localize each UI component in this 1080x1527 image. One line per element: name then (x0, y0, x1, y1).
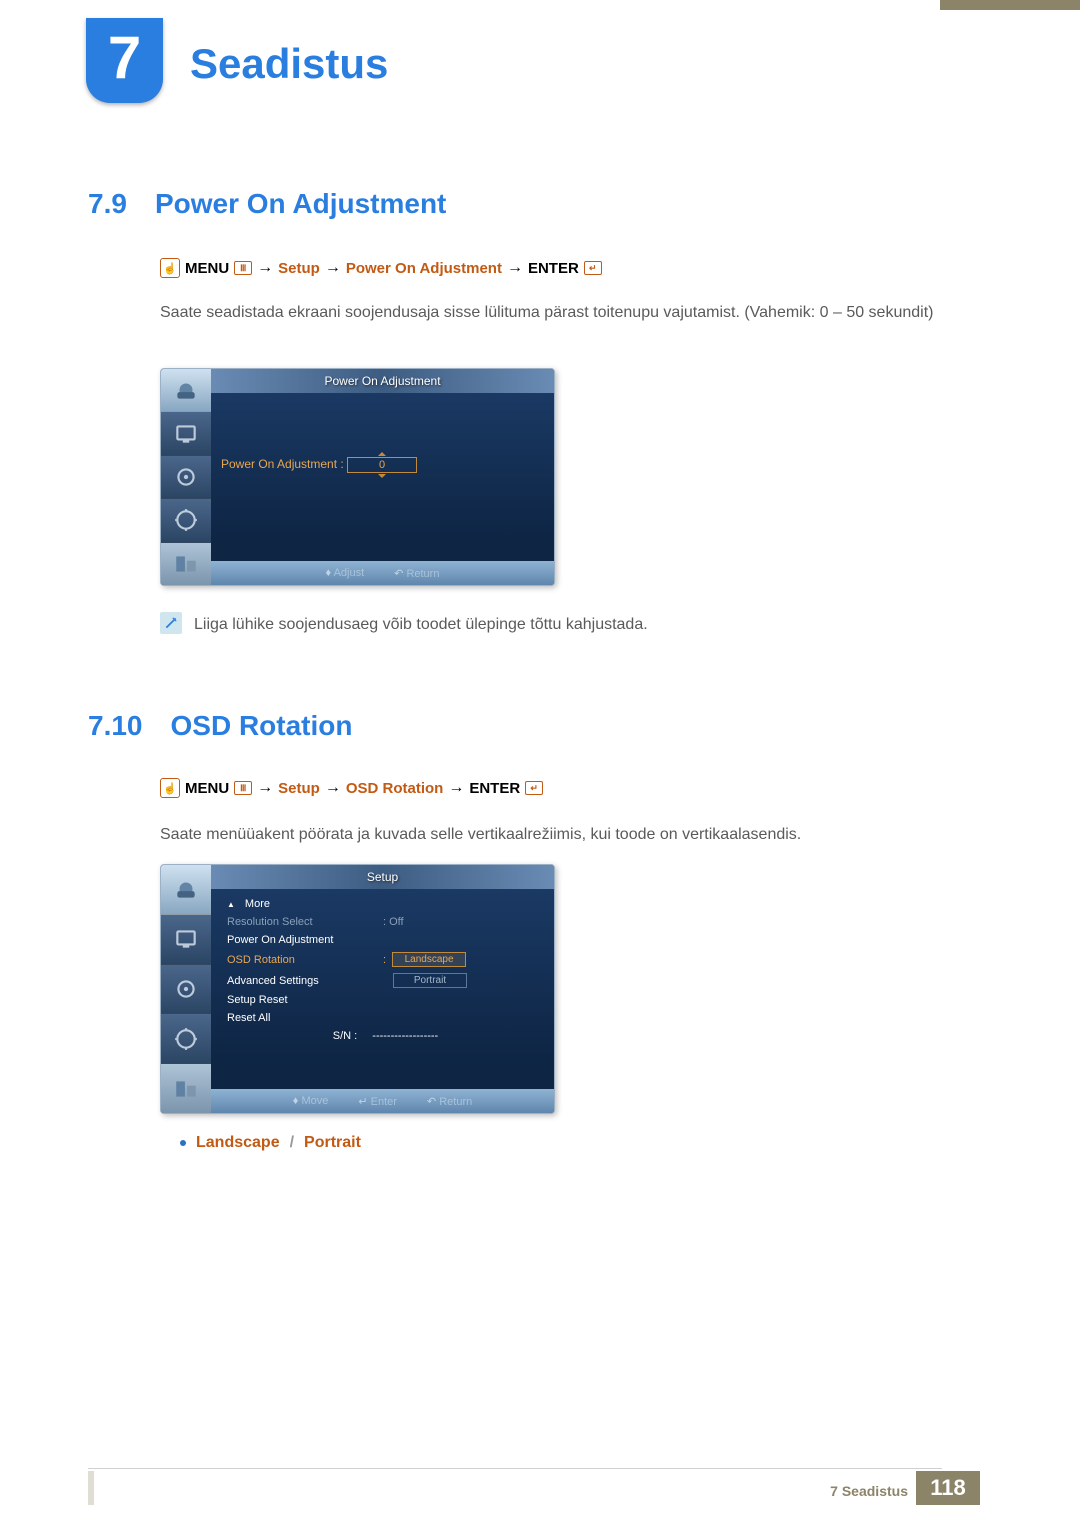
footer-chapter-label: 7 Seadistus (830, 1483, 908, 1499)
header-accent (940, 0, 1080, 10)
menu-icon: Ⅲ (234, 781, 252, 795)
nav-menu: MENU (185, 260, 229, 277)
menu-row-advanced: Advanced Settings Portrait (227, 970, 544, 991)
sidebar-item (161, 499, 211, 542)
nav-menu: MENU (185, 780, 229, 797)
body-text-79: Saate seadistada ekraani soojendusaja si… (160, 300, 980, 326)
menu-row-setupreset: Setup Reset (227, 991, 544, 1009)
note-icon (160, 612, 182, 634)
sidebar-item (161, 1014, 211, 1064)
enter-icon: ↵ (584, 261, 602, 275)
note-text: Liiga lühike soojendusaeg võib toodet ül… (194, 612, 648, 638)
nav-enter: ENTER (469, 780, 520, 797)
section-number: 7.9 (88, 188, 127, 220)
footer-left-stripe (88, 1471, 94, 1505)
enter-icon: ↵ (525, 781, 543, 795)
menu-icon: Ⅲ (234, 261, 252, 275)
nav-setup: Setup (278, 780, 320, 797)
menu-row-resolution: Resolution Select : Off (227, 913, 544, 931)
bullet-dot-icon (180, 1140, 186, 1146)
section-heading-710: 7.10 OSD Rotation (88, 710, 353, 742)
section-number: 7.10 (88, 710, 143, 742)
sidebar-item (161, 865, 211, 915)
footer-rule (88, 1468, 930, 1469)
arrow-icon: → (257, 259, 273, 277)
remote-icon: ☝ (160, 778, 180, 798)
arrow-icon: → (507, 259, 523, 277)
osd-footer: ♦ Move ↵ Enter ↶ Return (211, 1089, 554, 1113)
sidebar-item (161, 915, 211, 965)
nav-item: OSD Rotation (346, 780, 444, 797)
option-landscape-text: Landscape (196, 1134, 280, 1152)
arrow-icon: → (448, 779, 464, 797)
menu-more: More (227, 895, 544, 913)
chapter-title: Seadistus (190, 40, 388, 88)
sidebar-item (161, 412, 211, 455)
option-landscape: Landscape (392, 952, 466, 967)
sidebar-item (161, 543, 211, 585)
note-row: Liiga lühike soojendusaeg võib toodet ül… (160, 612, 980, 638)
option-portrait-text: Portrait (304, 1134, 361, 1152)
sidebar-item (161, 1064, 211, 1113)
menu-row-poa: Power On Adjustment (227, 931, 544, 949)
nav-path-79: ☝ MENU Ⅲ → Setup → Power On Adjustment →… (160, 258, 980, 278)
osd-title: Power On Adjustment (211, 369, 554, 393)
osd-row-label: Power On Adjustment : (221, 457, 344, 471)
sidebar-item (161, 456, 211, 499)
remote-icon: ☝ (160, 258, 180, 278)
nav-setup: Setup (278, 260, 320, 277)
nav-enter: ENTER (528, 260, 579, 277)
section-title: OSD Rotation (171, 710, 353, 742)
osd-screenshot-setup: Setup More Resolution Select : Off Power… (160, 864, 555, 1114)
nav-item: Power On Adjustment (346, 260, 502, 277)
footer-enter: ↵ Enter (358, 1095, 397, 1108)
page: 7 Seadistus 7.9 Power On Adjustment ☝ ME… (0, 0, 1080, 1527)
sidebar-item (161, 965, 211, 1015)
osd-sidebar (161, 369, 211, 585)
menu-row-sn: S/N : ------------------ (227, 1027, 544, 1045)
osd-value-box: 0 (347, 457, 417, 473)
osd-sidebar (161, 865, 211, 1113)
section-title: Power On Adjustment (155, 188, 446, 220)
chapter-number-tab: 7 (86, 18, 163, 103)
footer-return: ↶ Return (427, 1095, 472, 1108)
arrow-icon: → (257, 779, 273, 797)
osd-screenshot-poa: Power On Adjustment Power On Adjustment … (160, 368, 555, 586)
osd-footer: ♦ Adjust ↶ Return (211, 561, 554, 585)
body-text-710: Saate menüüakent pöörata ja kuvada selle… (160, 822, 980, 848)
menu-row-osdrotation: OSD Rotation : Landscape (227, 949, 544, 970)
option-separator: / (290, 1134, 294, 1152)
osd-title: Setup (211, 865, 554, 889)
footer-adjust: ♦ Adjust (326, 567, 365, 579)
arrow-icon: → (325, 259, 341, 277)
section-heading-79: 7.9 Power On Adjustment (88, 188, 446, 220)
bullet-row: Landscape / Portrait (180, 1134, 980, 1152)
footer-return: ↶ Return (394, 567, 439, 580)
option-portrait: Portrait (393, 973, 467, 988)
footer-move: ♦ Move (293, 1095, 329, 1107)
osd-value-row: Power On Adjustment : 0 (221, 457, 544, 473)
sidebar-item (161, 369, 211, 412)
nav-path-710: ☝ MENU Ⅲ → Setup → OSD Rotation → ENTER … (160, 778, 980, 798)
arrow-icon: → (325, 779, 341, 797)
page-number: 118 (916, 1471, 980, 1505)
menu-row-resetall: Reset All (227, 1009, 544, 1027)
